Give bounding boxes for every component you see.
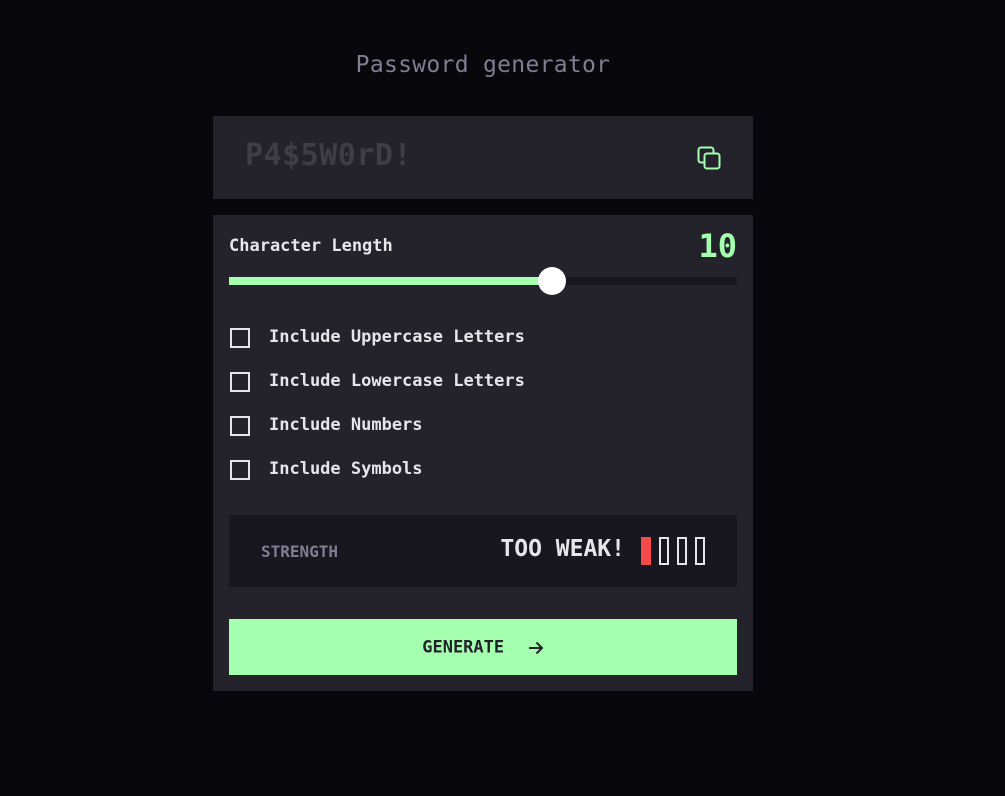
uppercase-label: Include Uppercase Letters: [269, 327, 525, 347]
generate-label: GENERATE: [422, 637, 505, 658]
numbers-checkbox[interactable]: [230, 416, 250, 436]
option-symbols[interactable]: Include Symbols: [229, 458, 629, 480]
arrow-right-icon: [528, 641, 544, 654]
settings-panel: Character Length 10 Include Uppercase Le…: [213, 215, 753, 691]
option-lowercase[interactable]: Include Lowercase Letters: [229, 370, 629, 392]
copy-button[interactable]: [697, 146, 721, 170]
option-uppercase[interactable]: Include Uppercase Letters: [229, 326, 629, 348]
strength-rating: TOO WEAK!: [500, 536, 625, 562]
symbols-label: Include Symbols: [269, 459, 423, 479]
strength-bar-2: [659, 537, 669, 565]
numbers-label: Include Numbers: [269, 415, 423, 435]
password-output: P4$5W0rD!: [213, 116, 753, 199]
lowercase-label: Include Lowercase Letters: [269, 371, 525, 391]
slider-fill: [229, 277, 552, 285]
password-placeholder: P4$5W0rD!: [245, 138, 413, 173]
strength-meter: STRENGTH TOO WEAK!: [229, 515, 737, 587]
character-length-label: Character Length: [229, 236, 393, 256]
length-slider[interactable]: [229, 267, 737, 295]
strength-bar-3: [677, 537, 687, 565]
strength-bar-1: [641, 537, 651, 565]
copy-icon: [697, 146, 721, 170]
character-length-value: 10: [698, 227, 737, 265]
page-title: Password generator: [355, 52, 611, 78]
symbols-checkbox[interactable]: [230, 460, 250, 480]
slider-thumb[interactable]: [537, 267, 566, 295]
strength-bar-4: [695, 537, 705, 565]
strength-label: STRENGTH: [261, 542, 339, 561]
lowercase-checkbox[interactable]: [230, 372, 250, 392]
generate-button[interactable]: GENERATE: [229, 619, 737, 675]
uppercase-checkbox[interactable]: [230, 328, 250, 348]
option-numbers[interactable]: Include Numbers: [229, 414, 629, 436]
